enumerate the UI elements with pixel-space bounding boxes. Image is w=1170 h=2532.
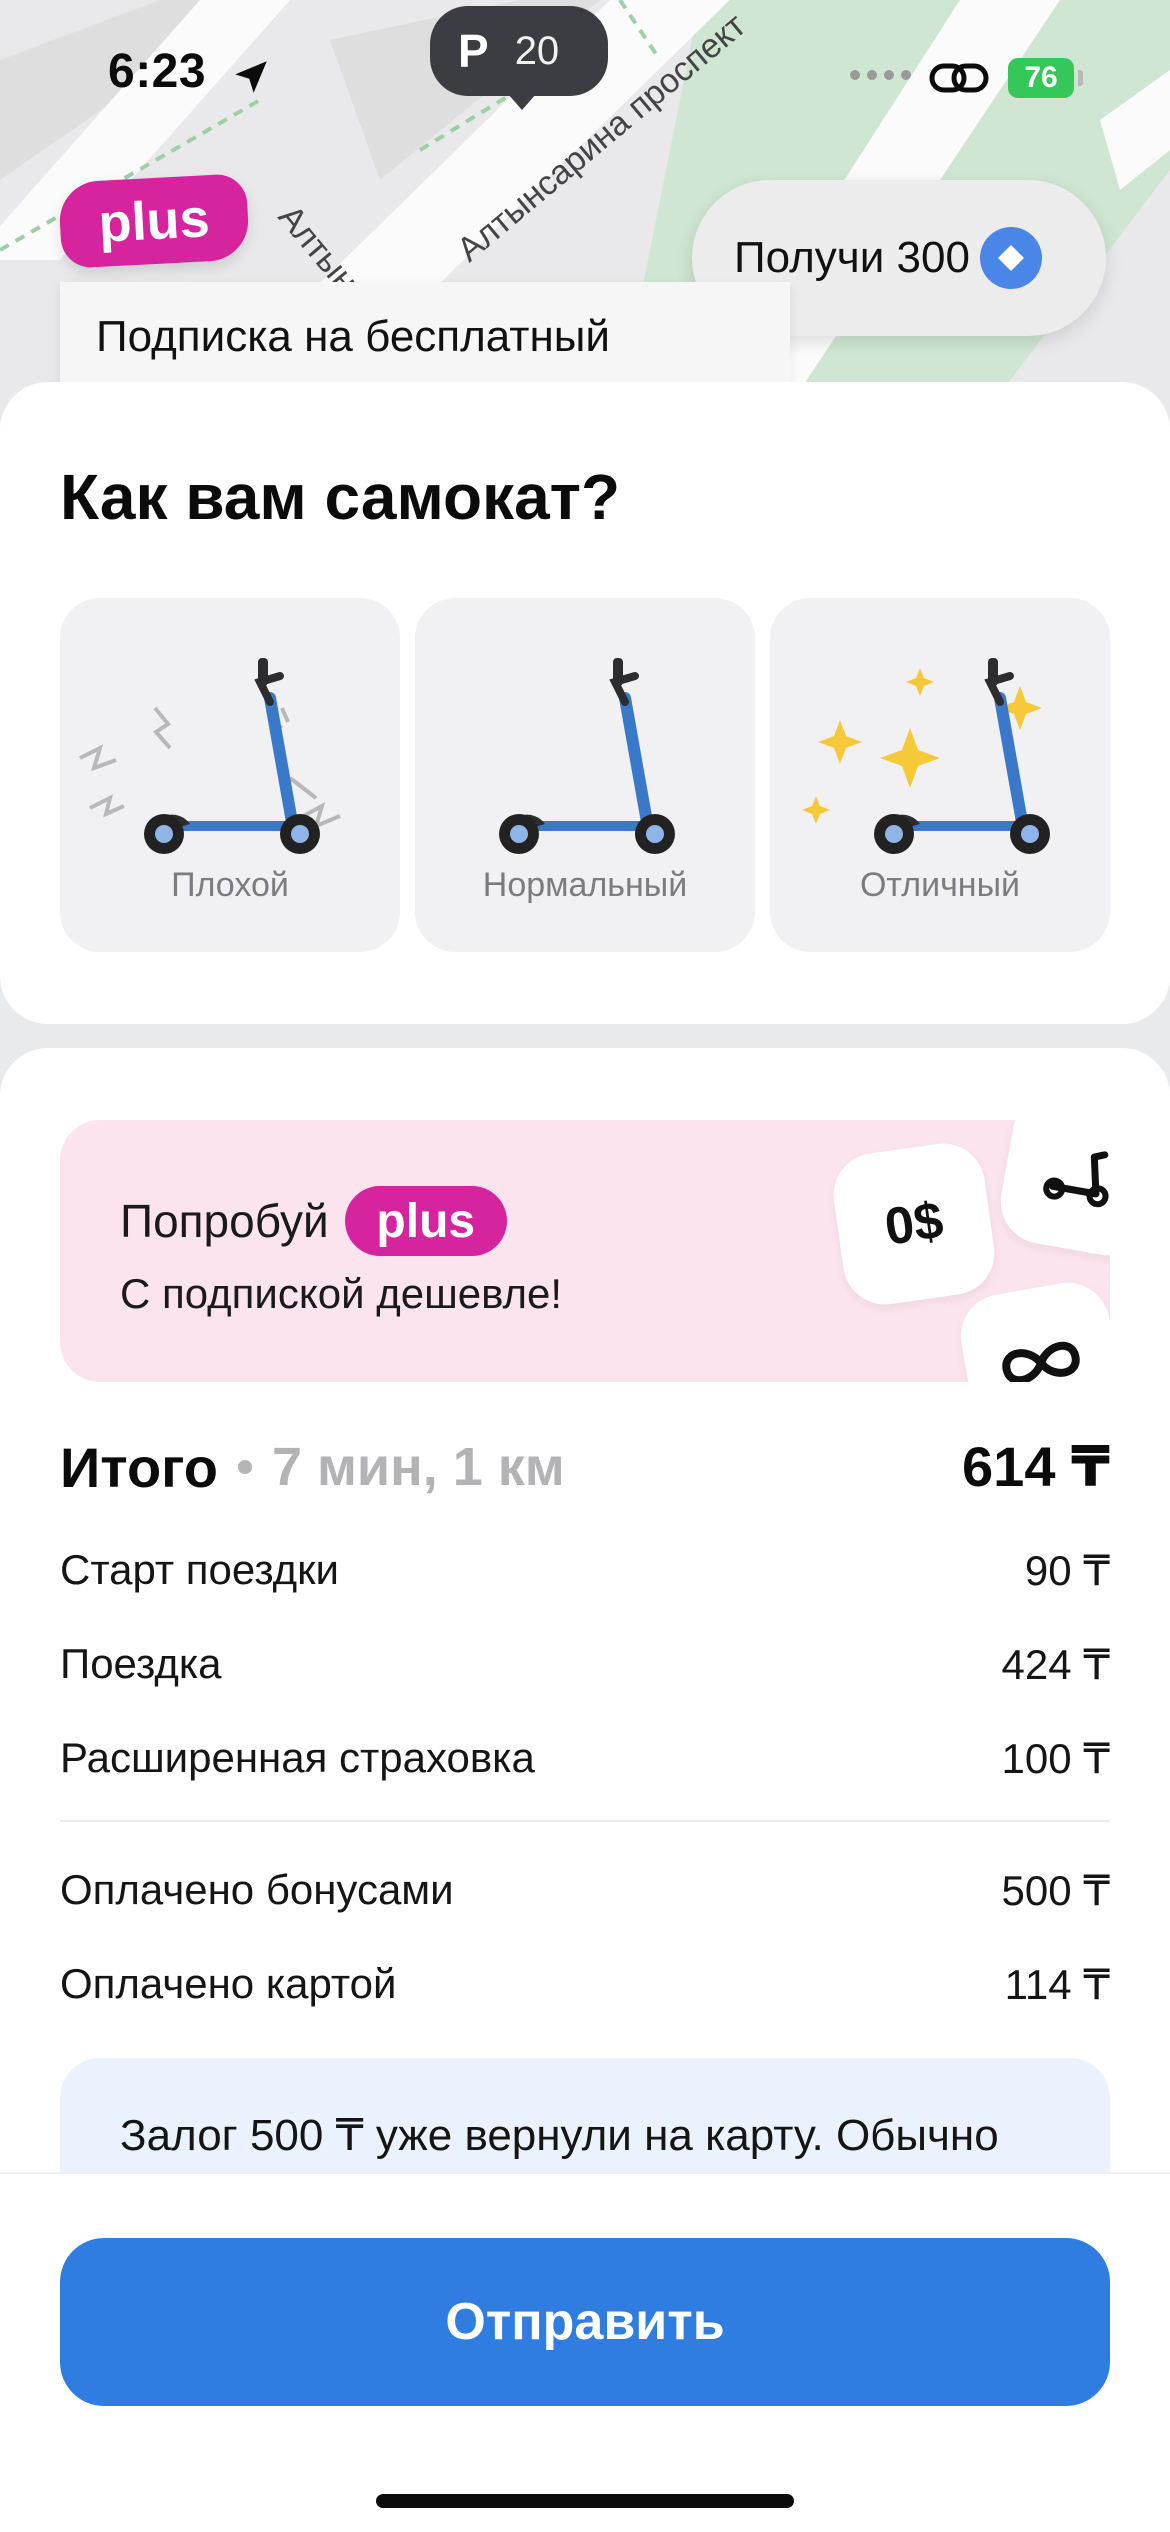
signal-dots-icon [850,70,911,80]
status-bar: 6:23 P 20 76 [0,0,1170,150]
line-item-amount: 100 ₸ [1001,1734,1110,1782]
hotspot-link-icon [929,63,989,93]
plus-badge[interactable]: plus [57,173,251,269]
subscription-banner-text: Подписка на бесплатный [96,312,610,361]
payment-amount: 114 ₸ [1004,1960,1110,2008]
rating-card: Как вам самокат? Плохой Нормальный Отлич… [0,382,1170,1024]
line-item-ride: Поездка 424 ₸ [60,1634,1110,1694]
home-indicator[interactable] [376,2494,794,2508]
line-item-amount: 90 ₸ [1024,1546,1110,1594]
rating-label-normal: Нормальный [482,866,688,904]
total-label: Итого [60,1435,218,1499]
payment-bonuses: Оплачено бонусами 500 ₸ [60,1860,1110,1920]
scooter-normal-icon [499,658,675,854]
deposit-note-text: Залог 500 ₸ уже вернули на карту. Обычно [120,2111,999,2160]
battery-cap-icon [1078,70,1083,86]
plus-promo-banner[interactable]: Попробуй plus С подпиской дешевле! 0$ [60,1120,1110,1382]
rating-option-bad[interactable]: Плохой [60,598,400,952]
plus-promo-try: Попробуй [120,1195,329,1247]
scooter-bad-icon [79,658,341,854]
parking-letter: P [458,25,489,77]
line-item-insurance: Расширенная страховка 100 ₸ [60,1728,1110,1788]
line-item-amount: 424 ₸ [1001,1640,1110,1688]
plus-promo-subtitle: С подпиской дешевле! [120,1270,563,1317]
total-row: Итого 7 мин, 1 км 614 ₸ [60,1432,1110,1502]
parking-pill[interactable]: P 20 [430,6,608,110]
bottom-action-bar: Отправить [0,2172,1170,2532]
location-arrow-icon [235,61,267,93]
total-amount: 614 ₸ [962,1435,1110,1498]
payment-card: Оплачено картой 114 ₸ [60,1954,1110,2014]
plus-promo-title: Попробуй plus [120,1186,507,1256]
line-item-label: Старт поездки [60,1546,340,1593]
plus-promo-badge: plus [344,1186,507,1256]
battery-level: 76 [1008,58,1074,98]
get-bonus-label: Получи 300 [734,233,970,282]
payment-label: Оплачено бонусами [60,1866,454,1913]
rating-label-great: Отличный [859,866,1021,904]
rating-label-bad: Плохой [171,866,289,904]
rating-option-great[interactable]: Отличный [770,598,1110,952]
total-meta: 7 мин, 1 км [271,1437,565,1497]
summary-divider [60,1820,1110,1822]
scooter-great-icon [802,658,1050,854]
rating-title: Как вам самокат? [60,461,621,533]
send-button[interactable]: Отправить [60,2238,1110,2406]
status-time: 6:23 [108,45,207,98]
infinity-bubble-icon [954,1276,1110,1382]
line-item-label: Расширенная страховка [60,1734,535,1781]
zero-fee-bubble: 0$ [828,1138,1000,1310]
rating-option-normal[interactable]: Нормальный [415,598,755,952]
payment-amount: 500 ₸ [1001,1866,1110,1914]
parking-count: 20 [514,28,560,73]
payment-label: Оплачено картой [60,1960,397,2007]
scooter-bubble-icon [994,1120,1110,1262]
line-item-start: Старт поездки 90 ₸ [60,1540,1110,1600]
separator-dot-icon [237,1460,252,1474]
diamond-icon [979,227,1042,289]
line-item-label: Поездка [60,1640,222,1687]
